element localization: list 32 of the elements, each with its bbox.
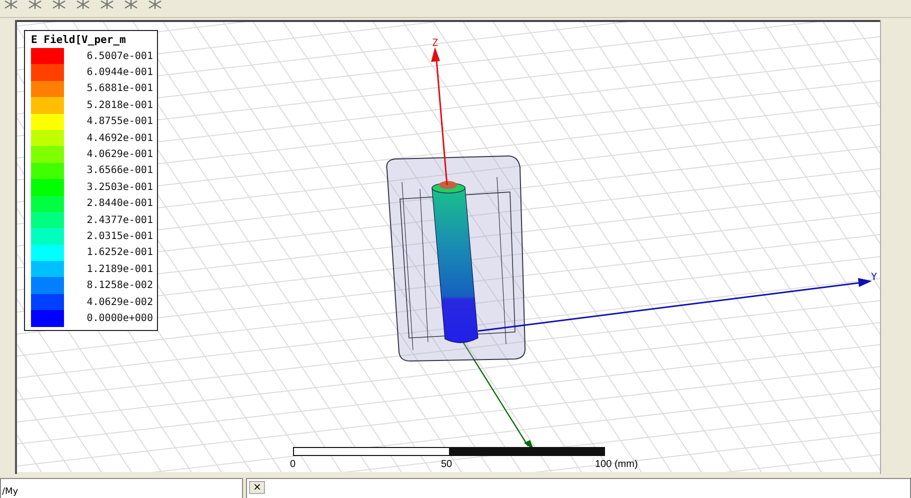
legend-title: E Field[V_per_m xyxy=(30,34,127,46)
z-axis-label: Z xyxy=(432,38,438,49)
toolbar-tool-icon[interactable] xyxy=(75,0,91,9)
legend-value: 4.0629e-001 xyxy=(86,149,153,160)
legend-value: 4.0629e-002 xyxy=(86,296,153,308)
y-axis-label: Y xyxy=(870,272,878,283)
legend-value: 2.0315e-001 xyxy=(86,230,153,242)
toolbar-tool-icon[interactable] xyxy=(99,0,115,9)
legend-value: 4.4692e-001 xyxy=(86,132,153,144)
legend-value: 2.4377e-001 xyxy=(86,214,153,226)
legend-value: 3.2503e-001 xyxy=(86,182,153,193)
toolbar-tool-icon[interactable] xyxy=(3,0,19,9)
legend-value: 6.5007e-001 xyxy=(86,50,153,62)
legend-value: 1.2189e-001 xyxy=(86,264,153,275)
legend-value: 0.0000e+000 xyxy=(86,312,153,324)
close-button[interactable]: × xyxy=(249,481,266,494)
toolbar-tool-icon[interactable] xyxy=(123,0,139,9)
toolbar-tool-icon[interactable] xyxy=(27,0,43,9)
legend-value: 1.6252e-001 xyxy=(86,247,153,258)
scale-label: 100 (mm) xyxy=(594,459,638,470)
panel-text: /My xyxy=(1,486,20,498)
scale-label: 0 xyxy=(290,459,296,470)
legend-value: 8.1258e-002 xyxy=(86,280,153,292)
legend-value: 5.6881e-001 xyxy=(86,83,153,94)
legend-value: 4.8755e-001 xyxy=(86,116,153,128)
legend-value: 6.0944e-001 xyxy=(86,67,153,78)
scale-label: 50 xyxy=(440,459,452,470)
legend-value: 5.2818e-001 xyxy=(86,100,153,111)
toolbar-tool-icon[interactable] xyxy=(147,0,163,9)
legend-value: 3.6566e-001 xyxy=(86,165,153,176)
toolbar-tool-icon[interactable] xyxy=(51,0,67,9)
legend-value: 2.8440e-001 xyxy=(86,198,153,210)
